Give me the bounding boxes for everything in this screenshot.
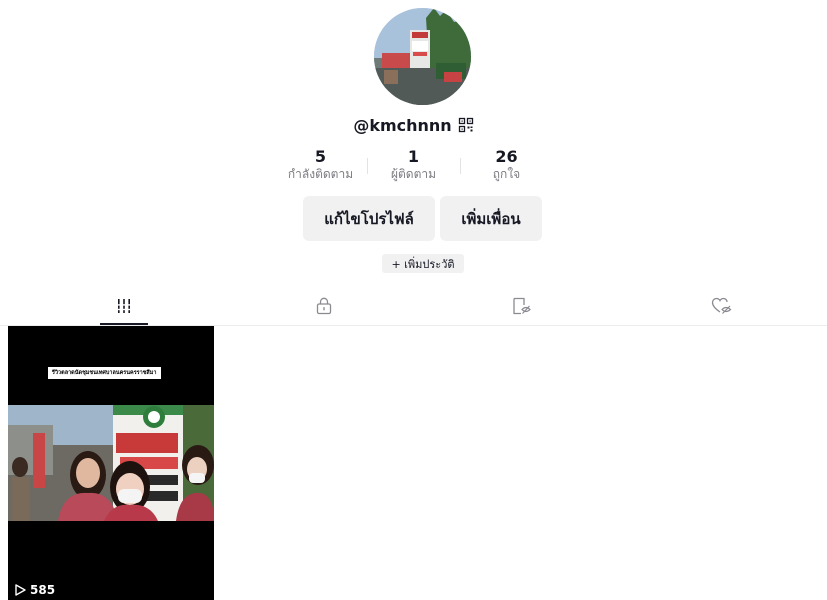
add-friend-button[interactable]: เพิ่มเพื่อน	[440, 196, 542, 241]
heart-hidden-icon	[711, 297, 732, 314]
following-label: กำลังติดตาม	[287, 167, 354, 181]
lock-icon	[316, 297, 332, 315]
stat-likes[interactable]: 26 ถูกใจ	[461, 148, 553, 182]
stat-followers[interactable]: 1 ผู้ติดตาม	[368, 148, 460, 182]
active-tab-indicator	[100, 323, 148, 325]
tab-reposts[interactable]	[492, 287, 552, 325]
followers-label: ผู้ติดตาม	[390, 167, 437, 181]
following-count: 5	[314, 147, 327, 166]
qr-code-icon[interactable]	[458, 117, 474, 133]
bookmark-hidden-icon	[513, 297, 531, 315]
tab-videos[interactable]	[94, 287, 154, 325]
play-icon	[15, 584, 26, 596]
video-item[interactable]: รีวิวตลาดนัดชุมชนเทศบาลนครนครราชสีมา 585	[8, 326, 214, 600]
video-thumbnail	[8, 405, 214, 521]
avatar-image	[374, 8, 471, 105]
profile-tabs	[0, 287, 827, 326]
stat-following[interactable]: 5 กำลังติดตาม	[275, 148, 367, 182]
tab-liked[interactable]	[692, 287, 752, 325]
grid-icon	[116, 299, 132, 313]
likes-label: ถูกใจ	[492, 167, 521, 181]
add-bio-button[interactable]: + เพิ่มประวัติ	[382, 254, 464, 273]
handle-row: @kmchnnn	[0, 114, 827, 136]
edit-profile-button[interactable]: แก้ไขโปรไฟล์	[303, 196, 435, 241]
video-caption: รีวิวตลาดนัดชุมชนเทศบาลนครนครราชสีมา	[48, 367, 161, 379]
view-count: 585	[14, 583, 55, 597]
avatar[interactable]	[374, 8, 471, 105]
likes-count: 26	[495, 147, 518, 166]
tab-private[interactable]	[294, 287, 354, 325]
view-count-value: 585	[30, 583, 56, 597]
username: @kmchnnn	[353, 115, 452, 135]
followers-count: 1	[407, 147, 420, 166]
profile-stats: 5 กำลังติดตาม 1 ผู้ติดตาม 26 ถูกใจ	[0, 148, 827, 182]
